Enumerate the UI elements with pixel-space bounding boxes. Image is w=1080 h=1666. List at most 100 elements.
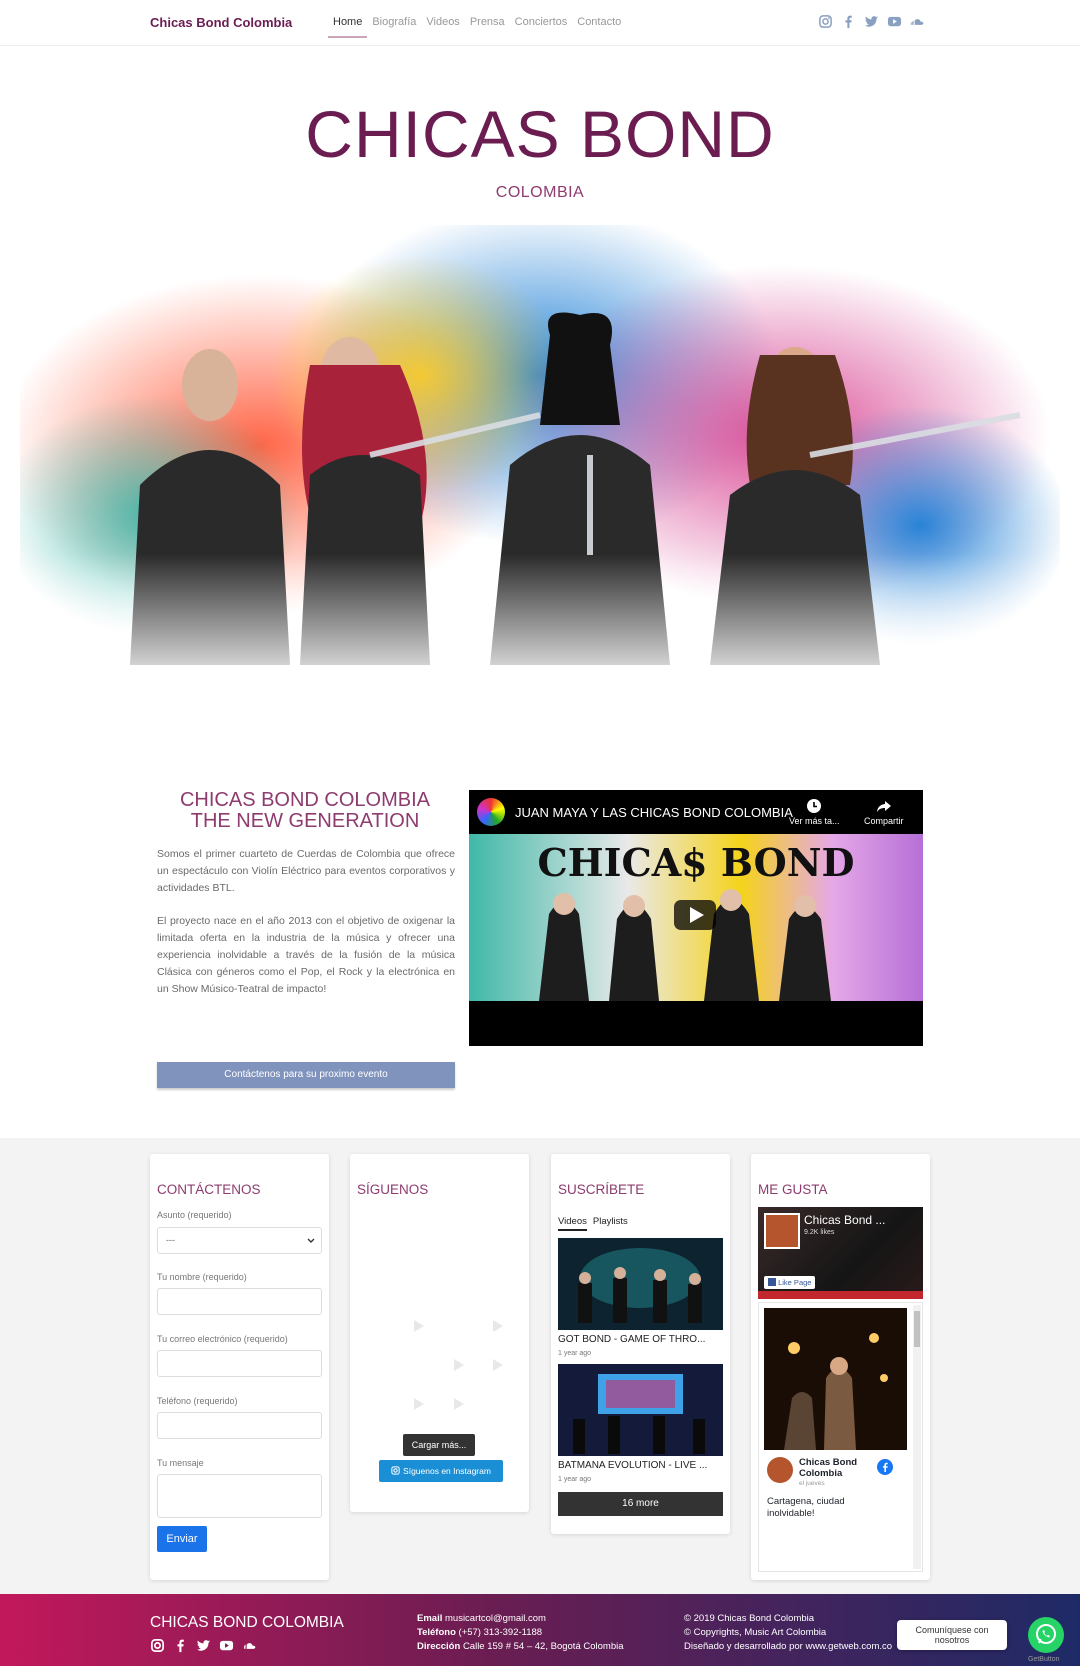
footer-copyright-line: © Copyrights, Music Art Colombia <box>684 1627 827 1638</box>
follow-instagram-button[interactable]: Síguenos en Instagram <box>379 1460 503 1482</box>
contact-form-card: CONTÁCTENOS Asunto (requerido) --- Tu no… <box>150 1154 329 1580</box>
footer-address: Calle 159 # 54 – 42, Bogotá Colombia <box>462 1641 624 1652</box>
twitter-icon[interactable] <box>196 1638 211 1653</box>
about-paragraph: El proyecto nace en el año 2013 con el o… <box>157 915 455 995</box>
facebook-icon[interactable] <box>173 1638 188 1653</box>
phone-field[interactable] <box>157 1412 322 1439</box>
email-field[interactable] <box>157 1350 322 1377</box>
share-button[interactable]: Compartir <box>864 798 904 826</box>
video-title[interactable]: GOT BOND - GAME OF THRO... <box>558 1334 723 1345</box>
video-play-icon <box>493 1320 503 1332</box>
soundcloud-icon[interactable] <box>242 1638 257 1653</box>
clock-icon <box>807 799 822 813</box>
footer-social-links <box>150 1638 257 1653</box>
video-title[interactable]: JUAN MAYA Y LAS CHICAS BOND COLOMBIA <box>515 805 793 820</box>
video-play-icon <box>414 1398 424 1410</box>
twitter-icon[interactable] <box>864 14 879 29</box>
tab-playlists[interactable]: Playlists <box>593 1216 628 1231</box>
contact-cta-button[interactable]: Contáctenos para su proximo evento <box>157 1062 455 1088</box>
footer-address-label: Dirección <box>417 1641 461 1652</box>
fb-post-image[interactable] <box>764 1308 907 1450</box>
instagram-icon[interactable] <box>150 1638 165 1653</box>
fb-post-avatar[interactable] <box>767 1457 793 1483</box>
footer-phone-label: Teléfono <box>417 1627 456 1638</box>
subject-select[interactable]: --- <box>157 1227 322 1254</box>
footer-phone[interactable]: (+57) 313-392-1188 <box>459 1627 543 1638</box>
name-label: Tu nombre (requerido) <box>157 1272 247 1282</box>
site-brand[interactable]: Chicas Bond Colombia <box>150 15 292 30</box>
footer-credit[interactable]: Diseñado y desarrollado por www.getweb.c… <box>684 1640 892 1654</box>
footer-contact-info: Email musicartcol@gmail.com Teléfono (+5… <box>417 1612 624 1654</box>
like-heading: ME GUSTA <box>758 1182 828 1197</box>
facebook-icon[interactable] <box>877 1459 893 1475</box>
contact-heading: CONTÁCTENOS <box>157 1182 261 1197</box>
whatsapp-icon <box>1036 1624 1056 1644</box>
fb-scrollbar[interactable] <box>913 1305 921 1569</box>
share-icon <box>876 801 891 812</box>
footer-email[interactable]: musicartcol@gmail.com <box>445 1613 546 1624</box>
facebook-card: ME GUSTA Chicas Bond ... 9.2K likes Like… <box>751 1154 930 1580</box>
fb-page-header[interactable]: Chicas Bond ... 9.2K likes Like Page <box>758 1207 923 1299</box>
instagram-icon <box>391 1466 400 1475</box>
top-navbar: Chicas Bond Colombia Home Biografía Vide… <box>0 0 1080 46</box>
youtube-icon[interactable] <box>887 14 902 29</box>
video-header: JUAN MAYA Y LAS CHICAS BOND COLOMBIA <box>469 790 923 834</box>
fb-like-button[interactable]: Like Page <box>764 1276 816 1289</box>
email-label: Tu correo electrónico (requerido) <box>157 1334 288 1344</box>
follow-instagram-label: Síguenos en Instagram <box>403 1466 491 1476</box>
social-links-top <box>818 14 925 29</box>
subject-select-value: --- <box>166 1235 175 1245</box>
video-thumbnail[interactable] <box>558 1238 723 1330</box>
nav-videos[interactable]: Videos <box>421 0 464 38</box>
load-more-button[interactable]: Cargar más... <box>403 1434 475 1456</box>
youtube-icon[interactable] <box>219 1638 234 1653</box>
video-play-icon <box>454 1359 464 1371</box>
about-title-line1: CHICAS BOND COLOMBIA <box>179 789 431 811</box>
tab-videos[interactable]: Videos <box>558 1216 587 1231</box>
name-field[interactable] <box>157 1288 322 1315</box>
instagram-icon[interactable] <box>818 14 833 29</box>
hero-title: CHICAS BOND <box>305 97 775 171</box>
fb-post-author[interactable]: Chicas Bond Colombia <box>799 1457 879 1479</box>
share-label: Compartir <box>864 816 904 826</box>
video-thumbnail[interactable] <box>558 1364 723 1456</box>
send-button[interactable]: Enviar <box>157 1526 207 1552</box>
chat-prompt-bubble[interactable]: Comuníquese con nosotros <box>897 1620 1007 1650</box>
fb-page-name[interactable]: Chicas Bond ... <box>804 1213 885 1227</box>
footer-brand: CHICAS BOND COLOMBIA <box>150 1614 344 1631</box>
instagram-card: SÍGUENOS Cargar más... Síguenos en Insta… <box>350 1154 529 1512</box>
youtube-tabs: Videos Playlists <box>558 1216 628 1231</box>
youtube-embed[interactable]: JUAN MAYA Y LAS CHICAS BOND COLOMBIA Ver… <box>469 790 923 1046</box>
youtube-card: SUSCRÍBETE Videos Playlists GOT BOND - G… <box>551 1154 730 1534</box>
message-textarea[interactable] <box>157 1474 322 1518</box>
about-text: Somos el primer cuarteto de Cuerdas de C… <box>157 846 455 1014</box>
footer-email-label: Email <box>417 1613 443 1624</box>
scrollbar-thumb[interactable] <box>914 1311 920 1347</box>
more-videos-button[interactable]: 16 more <box>558 1492 723 1516</box>
hero-subtitle: COLOMBIA <box>495 184 585 201</box>
watch-later-button[interactable]: Ver más ta... <box>789 798 840 826</box>
follow-heading: SÍGUENOS <box>357 1182 429 1197</box>
main-menu: Home Biografía Videos Prensa Conciertos … <box>328 0 626 46</box>
nav-contacto[interactable]: Contacto <box>572 0 626 38</box>
fb-page-avatar[interactable] <box>764 1213 800 1249</box>
hero-band-photo <box>20 225 1060 695</box>
about-title-line2: THE NEW GENERATION <box>190 810 420 832</box>
soundcloud-icon[interactable] <box>910 14 925 29</box>
video-thumb-text: CHICA$ BOND <box>538 840 855 885</box>
nav-biografia[interactable]: Biografía <box>367 0 421 38</box>
video-title[interactable]: BATMANA EVOLUTION - LIVE ... <box>558 1460 723 1471</box>
whatsapp-chat-button[interactable] <box>1028 1617 1064 1653</box>
video-thumbnail[interactable]: CHICA$ BOND <box>469 834 923 1001</box>
message-label: Tu mensaje <box>157 1458 204 1468</box>
nav-home[interactable]: Home <box>328 0 368 38</box>
video-meta: 1 year ago <box>558 1476 592 1483</box>
fb-post-text: Cartagena, ciudad inolvidable! <box>767 1496 845 1519</box>
video-play-icon <box>493 1359 503 1371</box>
facebook-icon[interactable] <box>841 14 856 29</box>
nav-prensa[interactable]: Prensa <box>465 0 510 38</box>
fb-post-time: el jueves <box>799 1480 825 1487</box>
nav-conciertos[interactable]: Conciertos <box>510 0 573 38</box>
channel-avatar[interactable] <box>477 798 505 826</box>
chevron-down-icon <box>307 1238 315 1243</box>
